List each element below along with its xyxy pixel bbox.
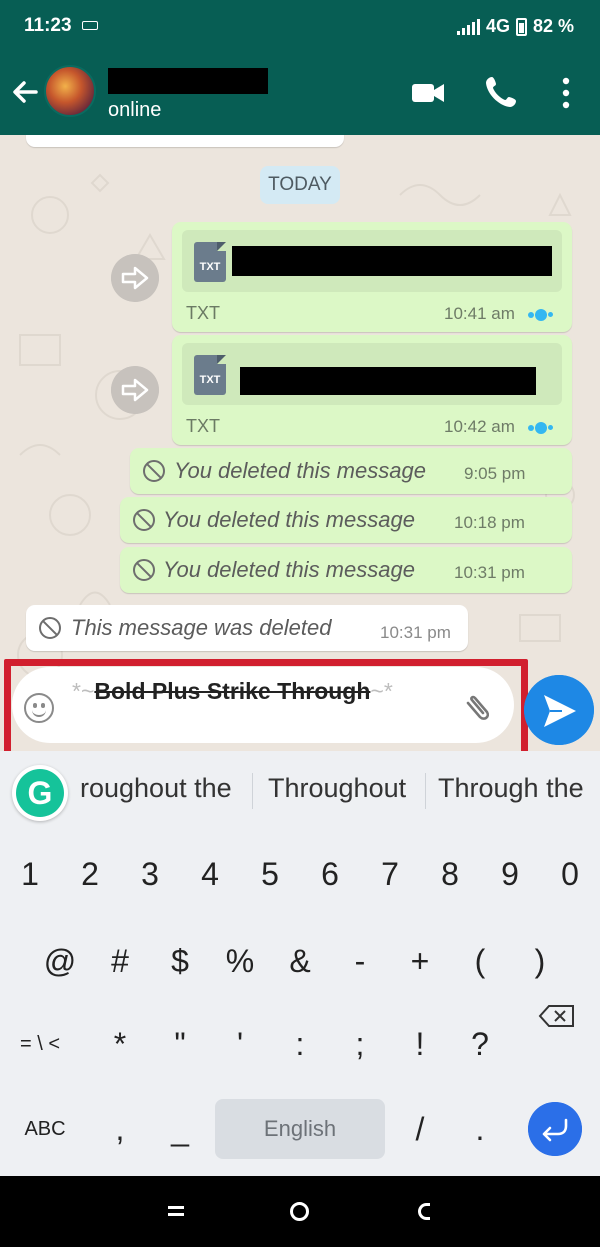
comma-key[interactable]: , [95,1099,145,1159]
message-time: 10:31 pm [380,623,451,642]
document-name-redacted [232,246,552,276]
backspace-icon[interactable] [538,1004,576,1028]
status-bar: 11:23 4G 82 % [0,0,600,50]
send-button-icon[interactable] [524,675,594,745]
received-deleted-message[interactable]: This message was deleted 10:31 pm [26,605,468,651]
read-ticks-icon [528,422,553,434]
txt-file-icon: TXT [194,355,226,395]
key[interactable]: ( [455,931,505,991]
blocked-icon [133,559,155,581]
key[interactable]: ) [515,931,565,991]
chat-header: online [0,50,600,135]
document-preview[interactable]: TXT [182,230,562,292]
document-message[interactable]: TXT TXT 10:42 am [172,335,572,445]
deleted-message-text: You deleted this message [163,507,415,532]
message-time: 10:31 pm [454,563,525,582]
contact-name-redacted[interactable] [108,68,268,94]
key[interactable]: * [95,1014,145,1074]
enter-key-icon[interactable] [528,1102,582,1156]
key[interactable]: @ [35,931,85,991]
highlight-box [4,659,528,759]
forward-button-icon[interactable] [111,254,159,302]
blocked-icon [133,509,155,531]
nav-back-icon[interactable] [418,1203,430,1220]
key[interactable]: 6 [305,844,355,904]
underscore-key[interactable]: _ [155,1099,205,1159]
deleted-message[interactable]: You deleted this message 10:18 pm [120,497,572,543]
period-key[interactable]: . [455,1099,505,1159]
key[interactable]: 9 [485,844,535,904]
document-type: TXT [186,416,220,436]
key[interactable]: + [395,931,445,991]
slash-key[interactable]: / [395,1099,445,1159]
message-time: 10:42 am [444,417,515,436]
previous-message-bubble[interactable] [26,135,344,147]
status-indicators: 4G 82 % [456,16,574,37]
key[interactable]: 4 [185,844,235,904]
grammarly-icon[interactable]: G [12,765,68,821]
key[interactable]: - [335,931,385,991]
deleted-message-text: This message was deleted [71,615,332,640]
date-chip: TODAY [260,166,340,204]
composer-zone: *~Bold Plus Strike Through~* [0,655,600,759]
key[interactable]: 5 [245,844,295,904]
contact-status: online [108,99,162,121]
blocked-icon [39,617,61,639]
battery-level: 82 % [532,16,574,36]
voice-call-icon[interactable] [484,74,520,110]
document-name-redacted [240,367,536,395]
key[interactable]: # [95,931,145,991]
video-call-icon[interactable] [410,78,446,108]
message-time: 9:05 pm [464,464,526,483]
suggestion-divider [425,773,426,809]
battery-icon [515,17,527,36]
key[interactable]: ! [395,1014,445,1074]
keyboard-indicator-icon [82,21,98,30]
key[interactable]: & [275,931,325,991]
back-arrow-icon[interactable] [8,72,42,112]
message-time: 10:18 pm [454,513,525,532]
deleted-message[interactable]: You deleted this message 9:05 pm [130,448,572,494]
key[interactable]: 0 [545,844,595,904]
key[interactable]: 3 [125,844,175,904]
document-preview[interactable]: TXT [182,343,562,405]
forward-button-icon[interactable] [111,366,159,414]
document-type: TXT [186,303,220,323]
blocked-icon [143,460,165,482]
key[interactable]: ; [335,1014,385,1074]
message-time: 10:41 am [444,304,515,323]
system-navigation-bar [0,1176,600,1247]
read-ticks-icon [528,309,553,321]
txt-file-icon: TXT [194,242,226,282]
space-bar[interactable]: English [215,1099,385,1159]
abc-key[interactable]: ABC [20,1099,70,1159]
key[interactable]: 1 [5,844,55,904]
suggestion[interactable]: roughout the [80,773,232,804]
network-type: 4G [485,16,510,36]
contact-avatar[interactable] [44,65,96,117]
key[interactable]: 2 [65,844,115,904]
suggestion[interactable]: Through the [438,773,584,804]
deleted-message-text: You deleted this message [163,557,415,582]
status-time: 11:23 [24,15,72,36]
keyboard: G roughout the Throughout Through the 1 … [0,751,600,1176]
home-icon[interactable] [290,1202,309,1221]
key[interactable]: 7 [365,844,415,904]
deleted-message-text: You deleted this message [174,458,426,483]
key[interactable]: $ [155,931,205,991]
key[interactable]: 8 [425,844,475,904]
key[interactable]: ? [455,1014,505,1074]
key[interactable]: " [155,1014,205,1074]
recent-apps-icon[interactable] [168,1205,184,1217]
document-message[interactable]: TXT TXT 10:41 am [172,222,572,332]
suggestion[interactable]: Throughout [268,773,406,804]
key[interactable]: ' [215,1014,265,1074]
more-options-icon[interactable] [558,76,574,110]
more-symbols-key[interactable]: = \ < [15,1014,65,1074]
key[interactable]: % [215,931,265,991]
suggestion-divider [252,773,253,809]
key[interactable]: : [275,1014,325,1074]
signal-icon [456,18,480,35]
deleted-message[interactable]: You deleted this message 10:31 pm [120,547,572,593]
